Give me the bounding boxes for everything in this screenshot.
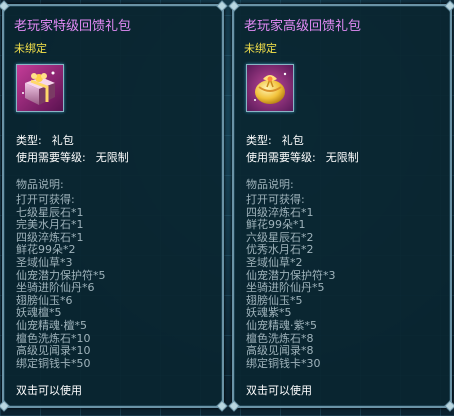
description-line: 打开可获得: <box>16 193 75 206</box>
item-tooltip-premium-gift: 老玩家特级回馈礼包 未绑定 类型: 礼包 使用需要等级: 无限制 物品说明: 打… <box>0 0 228 412</box>
usage-hint: 双击可以使用 <box>16 384 82 397</box>
description-lines: 打开可获得: 四级淬炼石*1 鲜花99朵*1 六级星辰石*2 优秀水月石*2 圣… <box>246 193 336 370</box>
usage-hint: 双击可以使用 <box>246 384 312 397</box>
item-name: 老玩家特级回馈礼包 <box>14 19 132 34</box>
item-tooltip-advanced-gift: 老玩家高级回馈礼包 未绑定 类型: 礼包 使用需要等级: 无限制 物品说明: 打… <box>228 0 454 412</box>
description-lines: 打开可获得: 七级星辰石*1 完美水月石*1 四级淬炼石*1 鲜花99朵*2 圣… <box>16 193 106 370</box>
bind-status: 未绑定 <box>244 42 277 55</box>
item-type-label: 类型: <box>246 134 272 147</box>
required-level-label: 使用需要等级: <box>246 151 316 164</box>
description-line: 鲜花99朵*1 <box>246 218 306 232</box>
item-type-value: 礼包 <box>281 134 304 147</box>
description-line: 坐骑进阶仙丹*6 <box>16 281 95 295</box>
item-type-label: 类型: <box>16 134 42 147</box>
description-line: 仙宠精魂·檀*5 <box>16 318 87 332</box>
description-line: 圣域仙草*2 <box>246 255 303 269</box>
description-line: 完美水月石*1 <box>16 218 84 232</box>
purple-gift-box-icon <box>16 64 64 112</box>
description-line: 高级见闻录*10 <box>16 344 91 358</box>
required-level-row: 使用需要等级: 无限制 <box>246 149 359 165</box>
description-line: 坐骑进阶仙丹*5 <box>246 281 325 295</box>
description-title: 物品说明: <box>246 178 294 191</box>
description-line: 仙宠精魂·紫*5 <box>246 318 317 332</box>
item-name: 老玩家高级回馈礼包 <box>244 19 362 34</box>
description-title: 物品说明: <box>16 178 64 191</box>
item-type-value: 礼包 <box>51 134 74 147</box>
required-level-value: 无限制 <box>325 151 359 164</box>
description-line: 打开可获得: <box>246 193 305 206</box>
description-line: 高级见闻录*8 <box>246 344 314 358</box>
golden-gift-pouch-icon <box>246 64 294 112</box>
description-line: 绑定铜钱卡*50 <box>16 356 91 370</box>
bind-status: 未绑定 <box>14 42 47 55</box>
required-level-value: 无限制 <box>95 151 129 164</box>
description-line: 圣域仙草*3 <box>16 255 73 269</box>
required-level-label: 使用需要等级: <box>16 151 86 164</box>
item-type-row: 类型: 礼包 <box>16 132 74 148</box>
item-type-row: 类型: 礼包 <box>246 132 304 148</box>
description-line: 绑定铜钱卡*30 <box>246 356 321 370</box>
required-level-row: 使用需要等级: 无限制 <box>16 149 129 165</box>
